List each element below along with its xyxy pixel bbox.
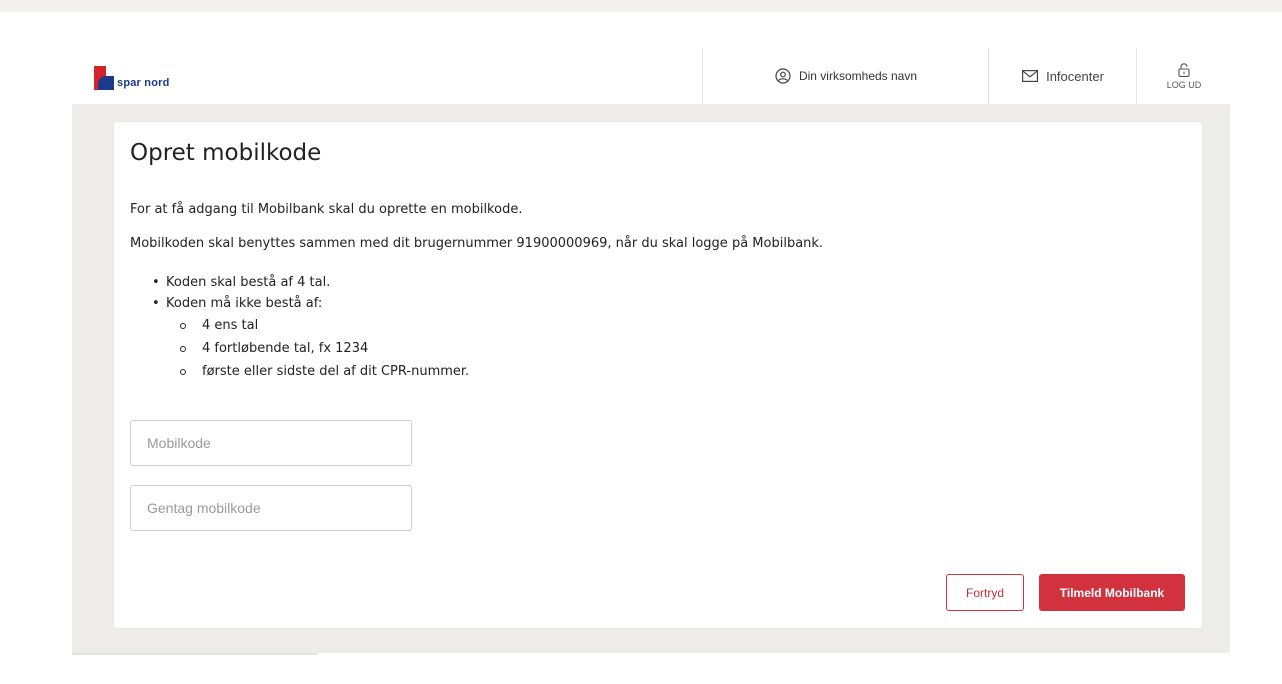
subrule-item: 4 fortløbende tal, fx 1234 — [130, 337, 469, 360]
top-band — [0, 0, 1282, 12]
rule-item: Koden må ikke bestå af: 4 ens tal 4 fort… — [130, 293, 469, 383]
subrule-item: 4 ens tal — [130, 314, 469, 337]
page-title: Opret mobilkode — [130, 140, 322, 166]
user-circle-icon — [775, 68, 791, 84]
cancel-button[interactable]: Fortryd — [946, 574, 1024, 611]
header: spar nord Din virksomheds navn Infocente… — [72, 48, 1230, 104]
intro-text: For at få adgang til Mobilbank skal du o… — [130, 202, 523, 217]
subrule-item: første eller sidste del af dit CPR-numme… — [130, 360, 469, 383]
code-rules-list: Koden skal bestå af 4 tal. Koden må ikke… — [130, 272, 469, 383]
mobile-code-input[interactable] — [131, 421, 411, 465]
logo-mark-icon — [94, 66, 114, 90]
logout-button[interactable]: LOG UD — [1136, 48, 1231, 104]
usage-text: Mobilkoden skal benyttes sammen med dit … — [130, 236, 824, 251]
logout-label: LOG UD — [1166, 79, 1202, 90]
repeat-code-field — [130, 485, 412, 531]
mail-icon — [1022, 70, 1039, 82]
rule-item: Koden skal bestå af 4 tal. — [130, 272, 469, 293]
mobile-code-field — [130, 420, 412, 466]
register-mobilbank-button[interactable]: Tilmeld Mobilbank — [1039, 574, 1185, 611]
lock-icon — [1178, 62, 1190, 77]
infocenter-label: Infocenter — [1046, 68, 1104, 84]
infocenter-link[interactable]: Infocenter — [988, 48, 1137, 104]
code-subrules-list: 4 ens tal 4 fortløbende tal, fx 1234 før… — [166, 314, 469, 383]
bottom-divider — [72, 653, 318, 655]
repeat-code-input[interactable] — [131, 486, 411, 530]
spar-nord-logo[interactable]: spar nord — [94, 62, 170, 90]
logo-text: spar nord — [117, 77, 170, 89]
company-name: Din virksomheds navn — [798, 69, 918, 83]
create-code-card: Opret mobilkode For at få adgang til Mob… — [114, 122, 1202, 628]
company-menu[interactable]: Din virksomheds navn — [702, 48, 989, 104]
app-frame: spar nord Din virksomheds navn Infocente… — [72, 48, 1230, 653]
